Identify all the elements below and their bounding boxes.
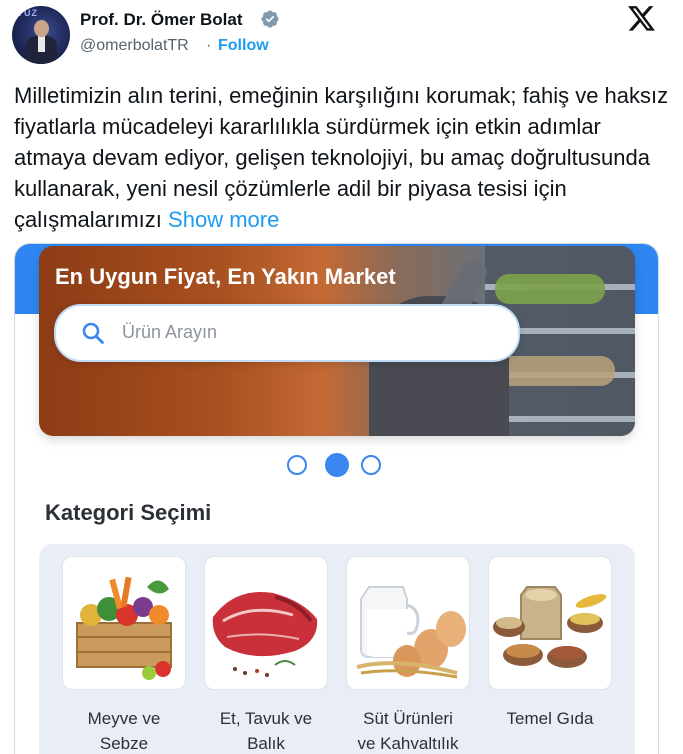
search-placeholder: Ürün Arayın: [122, 322, 218, 342]
category-panel: Meyve ve Sebze Et, Tavuk ve Balık Süt Ür…: [39, 544, 635, 754]
banner-produce-graphic: [495, 356, 615, 386]
carousel-dot-2[interactable]: [325, 453, 349, 477]
author-handle[interactable]: @omerbolatTR: [80, 37, 189, 55]
carousel-dot-3[interactable]: [361, 455, 381, 475]
separator-dot: ·: [206, 37, 212, 54]
x-logo-icon[interactable]: [628, 6, 656, 32]
carousel-dot-1[interactable]: [287, 455, 307, 475]
banner-produce-graphic: [495, 274, 605, 304]
category-item-fruit-vegetable[interactable]: Meyve ve Sebze: [62, 556, 186, 754]
carousel-indicator: [287, 453, 387, 481]
product-search-input[interactable]: Ürün Arayın: [54, 304, 520, 362]
tweet-media-image[interactable]: En Uygun Fiyat, En Yakın Market Ürün Ara…: [14, 243, 659, 754]
show-more-link[interactable]: Show more: [168, 207, 279, 232]
promo-banner[interactable]: En Uygun Fiyat, En Yakın Market Ürün Ara…: [39, 246, 635, 436]
category-label: Et, Tavuk ve Balık: [219, 709, 313, 753]
fruit-vegetable-crate-icon[interactable]: [62, 556, 186, 690]
author-name[interactable]: Prof. Dr. Ömer Bolat: [80, 10, 242, 30]
avatar-figure-shirt: [38, 36, 45, 52]
follow-button[interactable]: Follow: [218, 37, 269, 55]
avatar-figure-head: [34, 20, 49, 37]
category-label: Süt Ürünleri ve Kahvaltılık: [357, 709, 459, 753]
author-avatar[interactable]: YÜZ: [12, 6, 70, 64]
meat-icon[interactable]: [204, 556, 328, 690]
grains-legumes-icon[interactable]: [488, 556, 612, 690]
verified-badge-icon: [261, 10, 279, 28]
category-label: Meyve ve Sebze: [87, 709, 161, 753]
tweet-body: Milletimizin alın terini, emeğinin karşı…: [14, 80, 674, 235]
category-label: Temel Gıda: [506, 709, 594, 728]
category-item-dairy[interactable]: Süt Ürünleri ve Kahvaltılık: [346, 556, 470, 754]
search-icon: [82, 322, 104, 344]
category-item-staples[interactable]: Temel Gıda: [488, 556, 612, 754]
category-section-title: Kategori Seçimi: [45, 500, 212, 525]
category-item-meat[interactable]: Et, Tavuk ve Balık: [204, 556, 328, 754]
tweet-header: YÜZ Prof. Dr. Ömer Bolat @omerbolatTR · …: [0, 0, 683, 70]
tweet-text: Milletimizin alın terini, emeğinin karşı…: [14, 83, 669, 232]
avatar-text: YÜZ: [17, 8, 38, 18]
milk-eggs-icon[interactable]: [346, 556, 470, 690]
banner-title: En Uygun Fiyat, En Yakın Market: [55, 264, 396, 289]
